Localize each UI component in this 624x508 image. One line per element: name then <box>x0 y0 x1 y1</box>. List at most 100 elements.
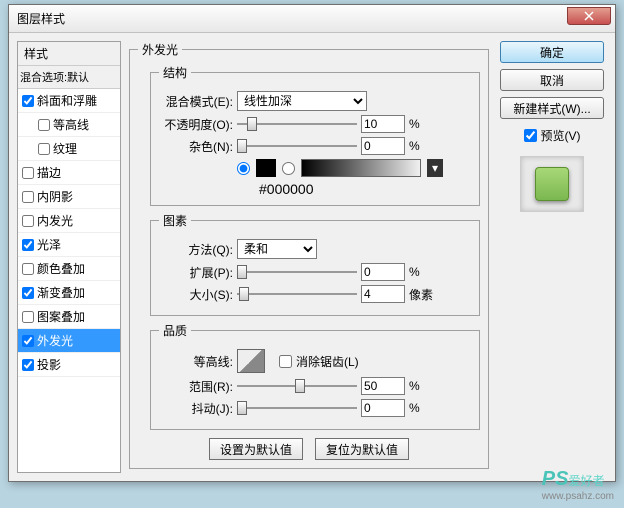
spread-input[interactable] <box>361 263 405 281</box>
sidebar-label-3: 描边 <box>37 164 61 181</box>
outer-glow-legend: 外发光 <box>138 41 182 58</box>
spread-label: 扩展(P): <box>159 264 233 281</box>
sidebar-item-5[interactable]: 内发光 <box>18 209 120 233</box>
opacity-unit: % <box>409 117 439 131</box>
window-title: 图层样式 <box>13 10 567 27</box>
size-input[interactable] <box>361 285 405 303</box>
sidebar-item-7[interactable]: 颜色叠加 <box>18 257 120 281</box>
opacity-slider[interactable] <box>237 117 357 131</box>
sidebar-label-9: 图案叠加 <box>37 308 85 325</box>
elements-legend: 图素 <box>159 212 191 229</box>
sidebar-label-6: 光泽 <box>37 236 61 253</box>
sidebar-item-0[interactable]: 斜面和浮雕 <box>18 89 120 113</box>
titlebar[interactable]: 图层样式 <box>9 5 615 33</box>
quality-group: 品质 等高线: 消除锯齿(L) 范围(R): % <box>150 322 480 430</box>
jitter-label: 抖动(J): <box>159 400 233 417</box>
structure-group: 结构 混合模式(E): 线性加深 不透明度(O): % 杂色(N): <box>150 64 480 206</box>
sidebar-checkbox-7[interactable] <box>22 263 34 275</box>
size-label: 大小(S): <box>159 286 233 303</box>
range-input[interactable] <box>361 377 405 395</box>
preview-label: 预览(V) <box>541 127 581 144</box>
sidebar-label-0: 斜面和浮雕 <box>37 92 97 109</box>
spread-slider[interactable] <box>237 265 357 279</box>
hex-value: #000000 <box>259 181 471 197</box>
sidebar-item-10[interactable]: 外发光 <box>18 329 120 353</box>
preview-box <box>520 156 584 212</box>
sidebar-label-11: 投影 <box>37 356 61 373</box>
range-slider[interactable] <box>237 379 357 393</box>
sidebar-item-8[interactable]: 渐变叠加 <box>18 281 120 305</box>
structure-legend: 结构 <box>159 64 191 81</box>
reset-default-button[interactable]: 复位为默认值 <box>315 438 409 460</box>
cancel-button[interactable]: 取消 <box>500 69 604 91</box>
contour-picker[interactable] <box>237 349 265 373</box>
color-gradient-radio[interactable] <box>282 162 295 175</box>
sidebar-label-8: 渐变叠加 <box>37 284 85 301</box>
new-style-button[interactable]: 新建样式(W)... <box>500 97 604 119</box>
noise-slider[interactable] <box>237 139 357 153</box>
blend-mode-label: 混合模式(E): <box>159 93 233 110</box>
opacity-input[interactable] <box>361 115 405 133</box>
sidebar-checkbox-11[interactable] <box>22 359 34 371</box>
sidebar-item-1[interactable]: 等高线 <box>18 113 120 137</box>
styles-list: 样式 混合选项:默认 斜面和浮雕等高线纹理描边内阴影内发光光泽颜色叠加渐变叠加图… <box>17 41 121 473</box>
spread-unit: % <box>409 265 439 279</box>
sidebar-label-1: 等高线 <box>53 116 89 133</box>
sidebar-label-2: 纹理 <box>53 140 77 157</box>
watermark: PS爱好者 www.psahz.com <box>542 468 614 502</box>
sidebar-checkbox-2[interactable] <box>38 143 50 155</box>
close-button[interactable] <box>567 7 611 25</box>
range-unit: % <box>409 379 439 393</box>
sidebar-label-7: 颜色叠加 <box>37 260 85 277</box>
method-select[interactable]: 柔和 <box>237 239 317 259</box>
jitter-slider[interactable] <box>237 401 357 415</box>
size-slider[interactable] <box>237 287 357 301</box>
sidebar-checkbox-3[interactable] <box>22 167 34 179</box>
color-swatch[interactable] <box>256 159 276 177</box>
size-unit: 像素 <box>409 286 439 303</box>
sidebar-checkbox-0[interactable] <box>22 95 34 107</box>
layer-style-dialog: 图层样式 样式 混合选项:默认 斜面和浮雕等高线纹理描边内阴影内发光光泽颜色叠加… <box>8 4 616 482</box>
gradient-dropdown-icon[interactable]: ▾ <box>427 159 443 177</box>
sidebar-label-4: 内阴影 <box>37 188 73 205</box>
sidebar-item-2[interactable]: 纹理 <box>18 137 120 161</box>
sidebar-item-11[interactable]: 投影 <box>18 353 120 377</box>
ok-button[interactable]: 确定 <box>500 41 604 63</box>
elements-group: 图素 方法(Q): 柔和 扩展(P): % 大小(S): <box>150 212 480 316</box>
preview-checkbox[interactable] <box>524 129 537 142</box>
gradient-picker[interactable] <box>301 159 421 177</box>
blend-mode-select[interactable]: 线性加深 <box>237 91 367 111</box>
sidebar-item-3[interactable]: 描边 <box>18 161 120 185</box>
set-default-button[interactable]: 设置为默认值 <box>209 438 303 460</box>
color-solid-radio[interactable] <box>237 162 250 175</box>
sidebar-label-10: 外发光 <box>37 332 73 349</box>
right-panel: 确定 取消 新建样式(W)... 预览(V) <box>497 41 607 473</box>
range-label: 范围(R): <box>159 378 233 395</box>
sidebar-item-9[interactable]: 图案叠加 <box>18 305 120 329</box>
sidebar-checkbox-9[interactable] <box>22 311 34 323</box>
opacity-label: 不透明度(O): <box>159 116 233 133</box>
sidebar-checkbox-10[interactable] <box>22 335 34 347</box>
sidebar-label-5: 内发光 <box>37 212 73 229</box>
sidebar-item-6[interactable]: 光泽 <box>18 233 120 257</box>
sidebar-checkbox-5[interactable] <box>22 215 34 227</box>
sidebar-checkbox-8[interactable] <box>22 287 34 299</box>
sidebar-blend-options[interactable]: 混合选项:默认 <box>18 66 120 89</box>
quality-legend: 品质 <box>159 322 191 339</box>
antialias-checkbox[interactable] <box>279 355 292 368</box>
sidebar-checkbox-6[interactable] <box>22 239 34 251</box>
outer-glow-group: 外发光 结构 混合模式(E): 线性加深 不透明度(O): % 杂色(N): <box>129 41 489 469</box>
sidebar-item-4[interactable]: 内阴影 <box>18 185 120 209</box>
jitter-input[interactable] <box>361 399 405 417</box>
noise-label: 杂色(N): <box>159 138 233 155</box>
sidebar-checkbox-1[interactable] <box>38 119 50 131</box>
noise-input[interactable] <box>361 137 405 155</box>
close-icon <box>584 11 594 21</box>
main-panel: 外发光 结构 混合模式(E): 线性加深 不透明度(O): % 杂色(N): <box>129 41 489 473</box>
contour-label: 等高线: <box>159 353 233 370</box>
sidebar-header[interactable]: 样式 <box>18 42 120 66</box>
jitter-unit: % <box>409 401 439 415</box>
sidebar-checkbox-4[interactable] <box>22 191 34 203</box>
method-label: 方法(Q): <box>159 241 233 258</box>
preview-icon <box>535 167 569 201</box>
